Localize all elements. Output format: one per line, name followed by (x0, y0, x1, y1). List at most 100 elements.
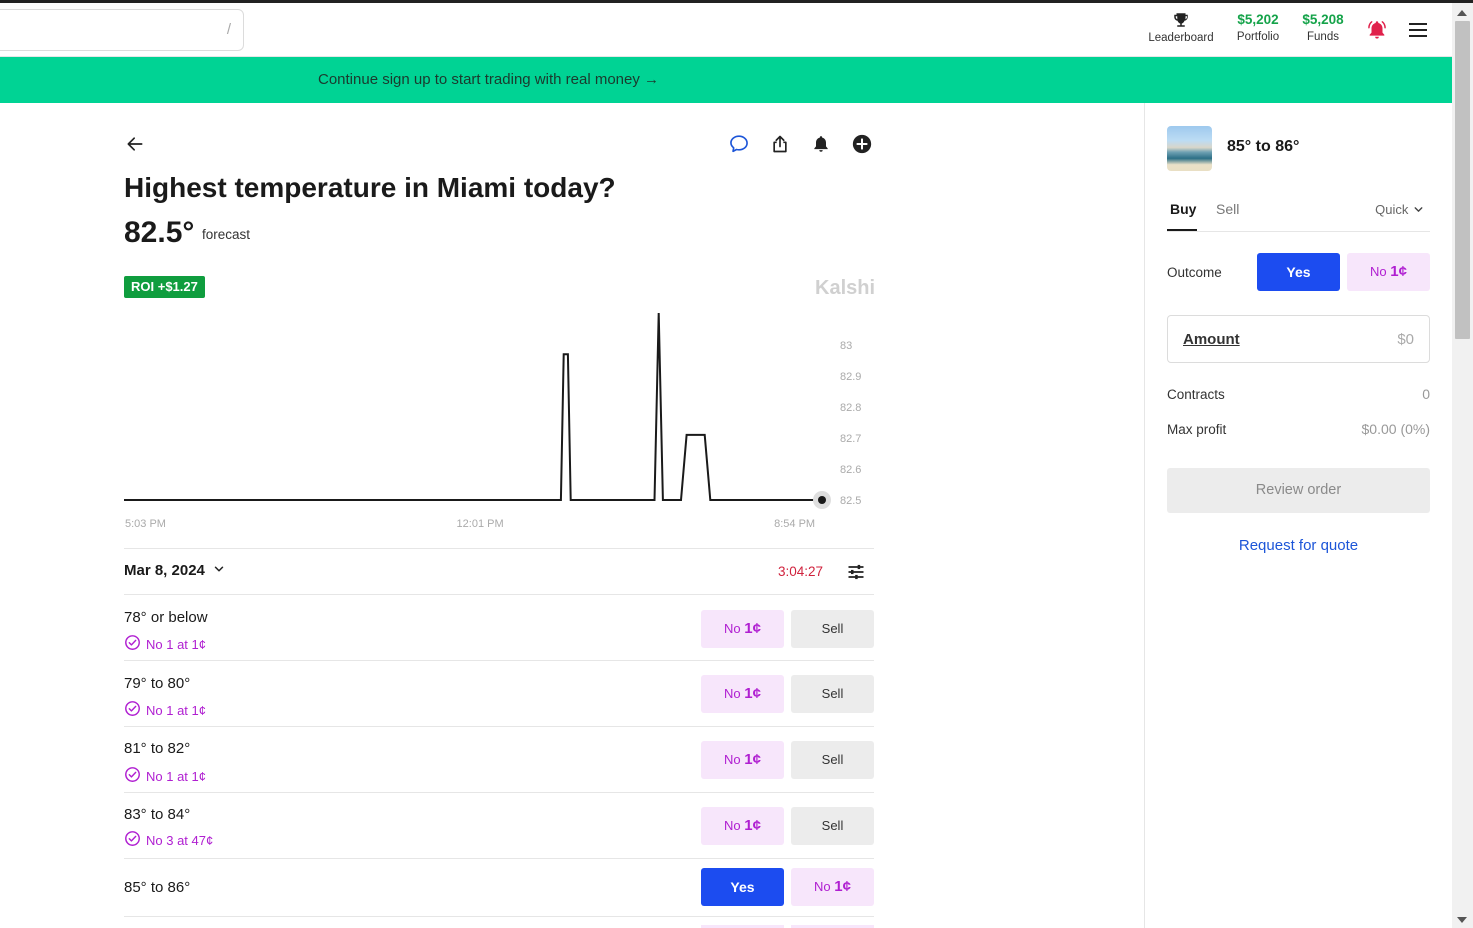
forecast-value: 82.5° (124, 216, 195, 249)
buy-no-button[interactable]: No 1¢ (791, 868, 874, 906)
funds-link[interactable]: $5,208 Funds (1294, 11, 1352, 45)
scrollbar-thumb[interactable] (1455, 21, 1470, 339)
comment-icon[interactable] (727, 132, 751, 156)
check-circle-icon (124, 766, 141, 786)
outcome-no-button[interactable]: No 1¢ (1347, 253, 1430, 291)
position-text: No 1 at 1¢ (146, 768, 206, 784)
x-tick-label: 5:03 PM (125, 518, 166, 530)
no-price: 1¢ (834, 878, 851, 895)
market-title: Highest temperature in Miami today? (124, 172, 616, 203)
outcome-range: 81° to 82° (124, 740, 191, 757)
sell-button[interactable]: Sell (791, 675, 874, 713)
buy-no-button[interactable]: No 1¢ (701, 807, 784, 845)
check-circle-icon (124, 830, 141, 850)
market-thumbnail-image (1167, 126, 1212, 171)
buy-no-button[interactable]: No 1¢ (701, 610, 784, 648)
outcome-row[interactable]: 79° to 80° No 1 at 1¢ No 1¢ Sell (124, 661, 874, 727)
outcome-row[interactable]: 78° or below No 1 at 1¢ No 1¢ Sell (124, 595, 874, 661)
sell-button[interactable]: Sell (791, 741, 874, 779)
no-prefix: No (814, 879, 831, 894)
portfolio-link[interactable]: $5,202 Portfolio (1228, 11, 1288, 45)
no-price: 1¢ (744, 620, 761, 637)
panel-divider (1144, 103, 1145, 928)
max-profit-label: Max profit (1167, 422, 1227, 437)
date-selector[interactable]: Mar 8, 2024 (124, 562, 226, 580)
position-text: No 1 at 1¢ (146, 636, 206, 652)
amount-input[interactable]: Amount $0 (1167, 315, 1430, 363)
x-tick-label: 8:54 PM (774, 518, 815, 530)
contracts-label: Contracts (1167, 387, 1225, 402)
portfolio-label: Portfolio (1236, 31, 1280, 43)
forecast-label: forecast (202, 227, 251, 242)
position-info: No 1 at 1¢ (124, 634, 206, 654)
y-tick-label: 82.6 (840, 464, 861, 476)
outcome-range: 83° to 84° (124, 806, 191, 823)
tab-sell[interactable]: Sell (1216, 201, 1239, 217)
scroll-down-arrow-icon[interactable] (1457, 917, 1467, 923)
x-tick-label: 12:01 PM (457, 518, 504, 530)
funds-label: Funds (1307, 31, 1339, 43)
no-prefix: No (724, 752, 741, 767)
position-text: No 1 at 1¢ (146, 702, 206, 718)
forecast-chart[interactable]: 83 82.9 82.8 82.7 82.6 82.5 5:03 PM 12:01 PM 8:5… (120, 305, 880, 537)
chevron-down-icon (212, 562, 226, 580)
max-profit-value: $0.00 (0%) (1361, 421, 1430, 437)
leaderboard-link[interactable]: Leaderboard (1146, 11, 1216, 46)
share-icon[interactable] (768, 132, 792, 156)
outcome-row[interactable]: 81° to 82° No 1 at 1¢ No 1¢ Sell (124, 727, 874, 793)
leaderboard-label: Leaderboard (1148, 32, 1214, 44)
no-prefix: No (724, 818, 741, 833)
alert-bell-icon[interactable] (809, 132, 833, 156)
buy-no-button[interactable]: No 1¢ (701, 741, 784, 779)
order-mode-label: Quick (1375, 202, 1409, 217)
top-header: / Leaderboard $5,202 Portfolio $5,208 Fu… (0, 3, 1452, 57)
sell-button[interactable]: Sell (791, 610, 874, 648)
filter-sliders-icon[interactable] (844, 560, 868, 584)
outcome-range: 85° to 86° (124, 879, 191, 896)
countdown-timer: 3:04:27 (778, 564, 824, 579)
outcome-row[interactable]: 85° to 86° Yes No 1¢ (124, 859, 874, 917)
no-prefix: No (724, 621, 741, 636)
search-input[interactable]: / (0, 9, 244, 51)
notification-bell-icon[interactable] (1366, 19, 1388, 46)
roi-badge: ROI +$1.27 (124, 276, 205, 298)
outcome-row[interactable]: 83° to 84° No 3 at 47¢ No 1¢ Sell (124, 793, 874, 859)
outcome-yes-button[interactable]: Yes (1257, 253, 1340, 291)
y-tick-label: 82.9 (840, 371, 861, 383)
outcome-range: 79° to 80° (124, 675, 191, 692)
position-info: No 1 at 1¢ (124, 766, 206, 786)
no-price: 1¢ (744, 751, 761, 768)
signup-banner[interactable]: Continue sign up to start trading with r… (0, 57, 1452, 103)
outcome-range: 78° or below (124, 609, 208, 626)
search-shortcut-hint: / (226, 21, 231, 38)
back-arrow-icon[interactable] (123, 132, 147, 156)
add-circle-icon[interactable] (850, 132, 874, 156)
y-tick-label: 83 (840, 340, 852, 352)
hamburger-menu-icon[interactable] (1408, 22, 1428, 43)
no-price: 1¢ (744, 817, 761, 834)
no-price: 1¢ (744, 685, 761, 702)
amount-label: Amount (1183, 331, 1240, 348)
request-quote-link[interactable]: Request for quote (1167, 537, 1430, 554)
order-mode-dropdown[interactable]: Quick (1375, 202, 1425, 219)
review-order-button[interactable]: Review order (1167, 468, 1430, 513)
series-line (124, 312, 822, 501)
no-prefix: No (724, 686, 741, 701)
no-prefix: No (1370, 264, 1387, 279)
position-info: No 3 at 47¢ (124, 830, 213, 850)
order-panel-title: 85° to 86° (1227, 138, 1300, 155)
funds-value: $5,208 (1302, 12, 1344, 27)
tab-buy[interactable]: Buy (1170, 201, 1196, 217)
buy-no-button[interactable]: No 1¢ (701, 675, 784, 713)
sell-button[interactable]: Sell (791, 807, 874, 845)
buy-yes-button[interactable]: Yes (701, 868, 784, 906)
scroll-up-arrow-icon[interactable] (1457, 10, 1467, 16)
current-point (818, 496, 826, 504)
page-scrollbar[interactable] (1452, 3, 1473, 928)
check-circle-icon (124, 634, 141, 654)
position-text: No 3 at 47¢ (146, 832, 214, 848)
order-tabs: Buy Sell Quick (1167, 196, 1430, 232)
y-tick-label: 82.8 (840, 402, 861, 414)
outcome-label: Outcome (1167, 265, 1222, 280)
portfolio-value: $5,202 (1237, 12, 1279, 27)
